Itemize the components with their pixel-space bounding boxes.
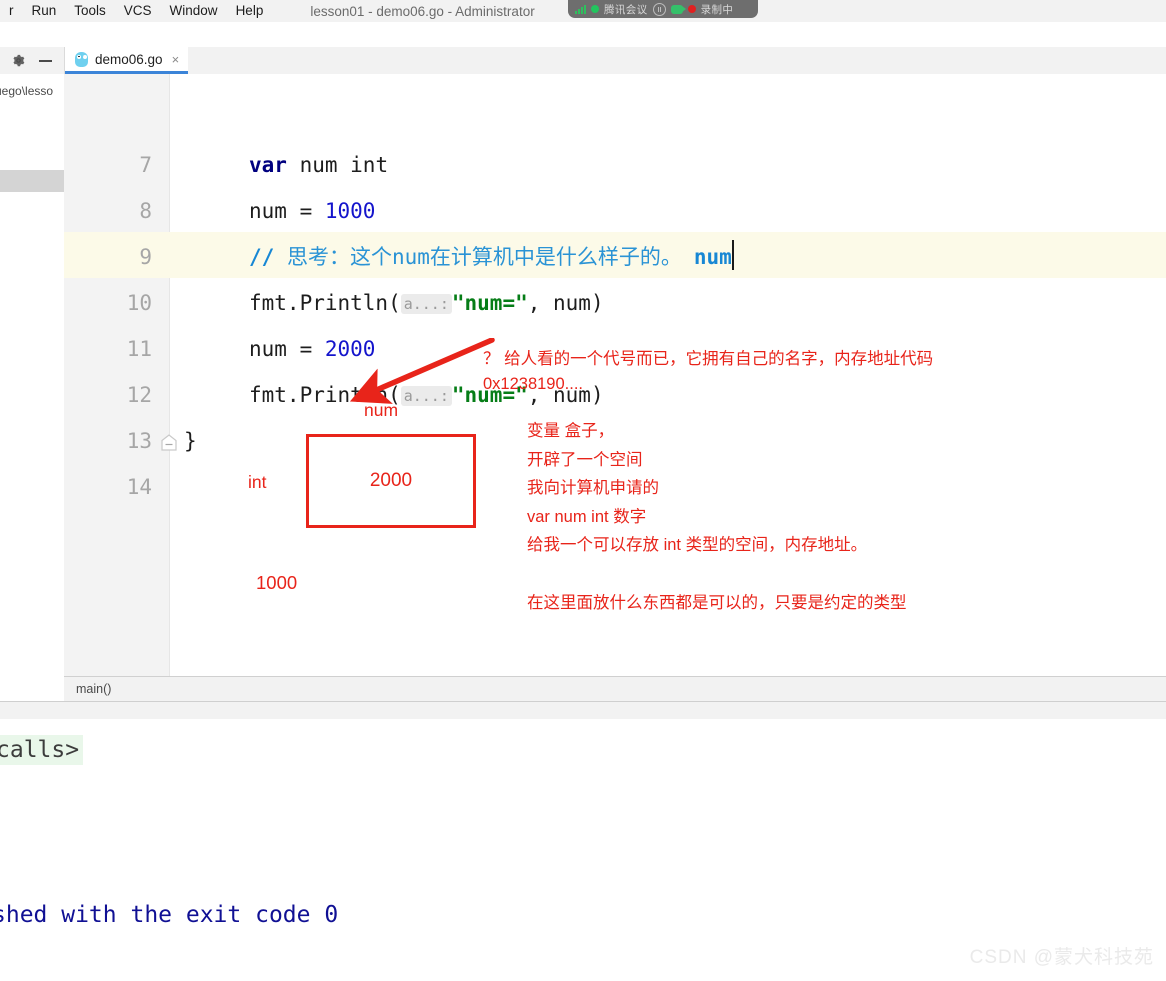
annotation-note: 变量 盒子， xyxy=(527,422,615,440)
parameter-hint: a...: xyxy=(400,294,452,314)
annotation-note-last: 在这里面放什么东西都是可以的，只要是约定的类型 xyxy=(527,594,907,612)
annotation-note: 开辟了一个空间 xyxy=(527,450,643,469)
line-number: 10 xyxy=(126,291,152,315)
menu-item-0[interactable]: r xyxy=(0,0,23,22)
panel-tool-buttons xyxy=(0,47,65,74)
line-number: 14 xyxy=(126,475,152,499)
line-number: 7 xyxy=(139,153,152,177)
record-dot-icon xyxy=(687,5,696,13)
tab-demo06-go[interactable]: demo06.go × xyxy=(65,47,189,74)
breadcrumb-label: main() xyxy=(76,682,112,696)
minimize-icon[interactable] xyxy=(39,59,52,62)
line-number: 9 xyxy=(139,245,152,269)
text-caret xyxy=(731,240,734,270)
menu-item-help[interactable]: Help xyxy=(227,0,273,22)
code-text: num = xyxy=(249,199,325,223)
code-text: , num) xyxy=(527,291,604,315)
tencent-meeting-float-bar[interactable]: 腾讯会议 录制中 xyxy=(568,0,758,18)
tool-window-separator xyxy=(0,701,1166,721)
annotation-notes: 变量 盒子， 开辟了一个空间 我向计算机申请的 var num int 数字 给… xyxy=(527,417,867,560)
annotation-arrow-note: ？ 给人看的一个代号而已，它拥有自己的名字，内存地址代码 0x1238190..… xyxy=(483,347,933,397)
annotation-note: 我向计算机申请的 xyxy=(527,479,659,497)
code-text: fmt.Println( xyxy=(249,291,401,315)
annotation-note: 给我一个可以存放 int 类型的空间，内存地址。 xyxy=(527,536,868,554)
camera-icon[interactable] xyxy=(670,4,686,14)
pause-icon[interactable] xyxy=(652,2,666,16)
line-number: 12 xyxy=(126,383,152,407)
box-label-int: int xyxy=(248,472,267,492)
project-path-fragment: uego\lesso xyxy=(0,84,54,98)
line-number: 11 xyxy=(126,337,152,361)
code-line-8[interactable]: num = 1000 xyxy=(249,188,375,234)
menu-item-run[interactable]: Run xyxy=(23,0,66,22)
gear-icon[interactable] xyxy=(12,54,25,67)
red-arrow-icon xyxy=(349,338,495,404)
code-fold-icon[interactable] xyxy=(158,431,180,453)
signal-icon xyxy=(575,4,586,14)
status-dot-icon xyxy=(591,5,599,13)
code-line-10[interactable]: fmt.Println(a...: "num=", num) xyxy=(249,280,604,326)
go-file-icon xyxy=(75,51,88,67)
line-number: 8 xyxy=(139,199,152,223)
project-panel[interactable]: uego\lesso xyxy=(0,74,65,676)
annotation-line-2: 0x1238190.... xyxy=(483,375,583,393)
box-label-num: num xyxy=(364,400,399,420)
keyword-var: var xyxy=(249,153,287,177)
variable-box: 2000 xyxy=(306,434,476,528)
number-literal: 1000 xyxy=(324,199,376,223)
annotation-note: var num int 数字 xyxy=(527,507,647,526)
string-literal: "num=" xyxy=(451,291,528,315)
line-number: 13 xyxy=(126,429,152,453)
code-text: num = xyxy=(249,337,325,361)
breadcrumb-left-spacer xyxy=(0,676,64,702)
comment-slashes: // xyxy=(249,245,275,269)
comment-tail: num xyxy=(693,245,732,269)
menu-item-vcs[interactable]: VCS xyxy=(115,0,161,22)
ide-toolbar xyxy=(0,22,1166,48)
app-root: r Run Tools VCS Window Help lesson01 - d… xyxy=(0,0,1166,981)
tab-strip: demo06.go × xyxy=(0,47,1166,75)
code-line-13[interactable]: } xyxy=(184,418,197,464)
menu-item-tools[interactable]: Tools xyxy=(65,0,115,22)
annotation-line-1: ？ 给人看的一个代号而已，它拥有自己的名字，内存地址代码 xyxy=(483,350,934,368)
recording-status: 录制中 xyxy=(700,3,734,16)
box-value: 2000 xyxy=(369,470,413,491)
code-line-7[interactable]: var num int xyxy=(249,142,388,188)
console-calls-text: calls> xyxy=(0,735,84,765)
window-title: lesson01 - demo06.go - Administrator xyxy=(310,3,535,19)
csdn-watermark: CSDN @蒙犬科技苑 xyxy=(969,947,1154,968)
console-exit-text: shed with the exit code 0 xyxy=(0,902,339,928)
tab-label: demo06.go xyxy=(95,51,163,67)
project-selected-row[interactable] xyxy=(0,170,64,192)
box-old-value: 1000 xyxy=(256,572,298,593)
menu-item-window[interactable]: Window xyxy=(161,0,227,22)
code-text: num int xyxy=(286,153,389,177)
comment-text: 思考：这个num在计算机中是什么样子的。 xyxy=(274,245,682,269)
meeting-app-name: 腾讯会议 xyxy=(604,3,648,16)
close-icon[interactable]: × xyxy=(172,52,180,67)
breadcrumb[interactable]: main() xyxy=(64,676,1166,701)
code-line-9[interactable]: // 思考：这个num在计算机中是什么样子的。 num xyxy=(249,234,734,280)
